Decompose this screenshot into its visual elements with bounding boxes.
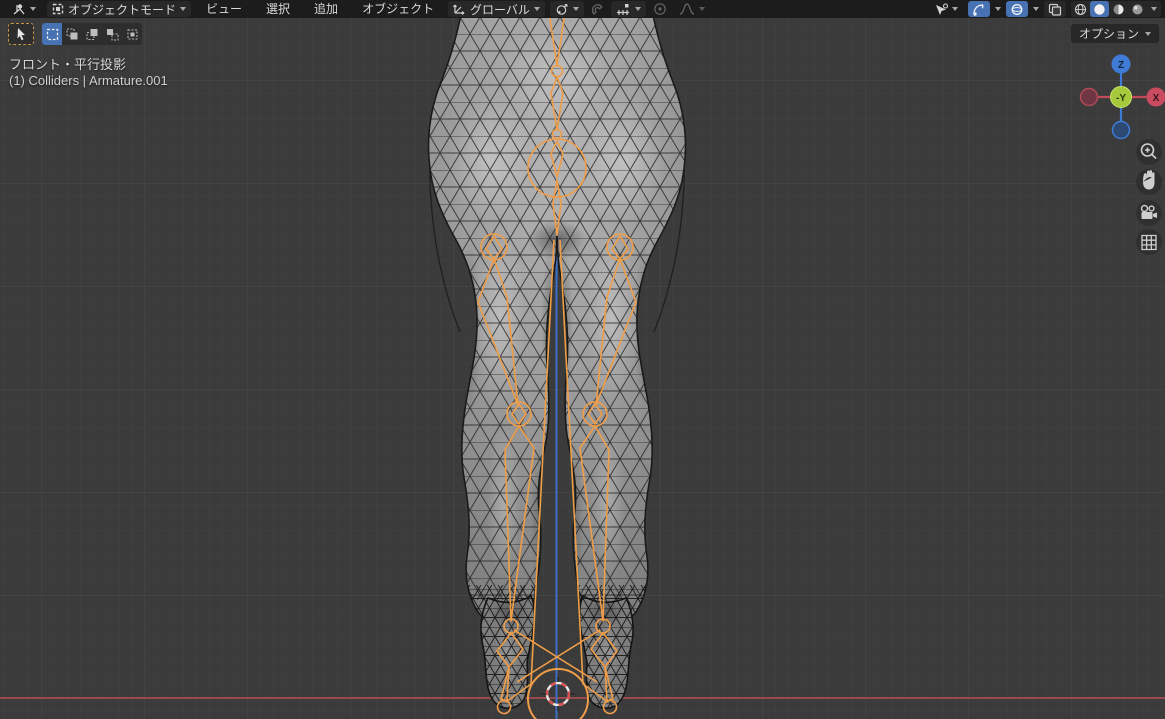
chevron-down-icon <box>180 7 186 11</box>
chevron-down-icon <box>952 7 958 11</box>
shading-material-button[interactable] <box>1109 1 1128 17</box>
wireframe-shading-icon <box>1074 3 1087 16</box>
snap-toggle-button[interactable] <box>589 1 606 17</box>
solid-shading-icon <box>1093 3 1106 16</box>
proportional-falloff-dropdown[interactable] <box>674 1 710 17</box>
gizmo-x-label: X <box>1153 93 1160 104</box>
select-mode-subtract[interactable] <box>82 23 102 45</box>
gizmo-negz-ball[interactable] <box>1113 122 1130 139</box>
navigation-gizmo[interactable]: Z X -Y <box>1075 22 1165 142</box>
menu-select[interactable]: 選択 <box>257 0 299 18</box>
shading-mode-group <box>1071 1 1161 17</box>
zoom-button[interactable] <box>1136 139 1162 165</box>
select-mode-extend[interactable] <box>62 23 82 45</box>
proportional-editing-button[interactable] <box>651 1 669 17</box>
overlays-icon <box>1010 3 1024 16</box>
shading-rendered-button[interactable] <box>1128 1 1147 17</box>
menu-add[interactable]: 追加 <box>305 0 347 18</box>
viewport-3d[interactable] <box>0 0 1165 719</box>
snap-target-dropdown[interactable] <box>611 1 646 17</box>
editor-3d-viewport-icon <box>11 3 26 16</box>
editor-type-button[interactable] <box>6 1 41 17</box>
select-mode-group <box>42 23 142 45</box>
chevron-down-icon <box>635 7 641 11</box>
active-object-overlay: (1) Colliders | Armature.001 <box>9 73 168 88</box>
chevron-down-icon <box>1151 7 1157 11</box>
material-preview-icon <box>1112 3 1125 16</box>
viewport-nav-buttons <box>1129 136 1165 266</box>
shading-solid-button[interactable] <box>1090 1 1109 17</box>
toggle-ortho-button[interactable] <box>1136 229 1162 255</box>
xray-toggle[interactable] <box>1044 1 1066 17</box>
object-mode-icon <box>52 3 64 15</box>
rendered-shading-icon <box>1131 3 1144 16</box>
camera-view-button[interactable] <box>1136 200 1162 226</box>
falloff-curve-icon <box>679 3 695 15</box>
transform-orientation-dropdown[interactable]: グローバル <box>448 1 545 17</box>
view-name-overlay: フロント・平行投影 <box>9 54 126 73</box>
menu-view[interactable]: ビュー <box>197 0 251 18</box>
active-tool-select-box[interactable] <box>8 23 34 45</box>
chevron-down-icon <box>573 7 579 11</box>
pan-button[interactable] <box>1136 169 1162 195</box>
chevron-down-icon <box>699 7 705 11</box>
show-object-types-dropdown[interactable] <box>929 1 963 17</box>
overlays-chevron-icon[interactable] <box>1033 7 1039 11</box>
visibility-pointer-icon <box>934 3 950 16</box>
magnet-icon <box>591 3 604 16</box>
tool-settings-row <box>8 23 142 45</box>
gizmo-negx-ball[interactable] <box>1081 89 1098 106</box>
proportional-circle-icon <box>653 2 667 16</box>
shading-dropdown[interactable] <box>1147 1 1161 17</box>
select-mode-new[interactable] <box>42 23 62 45</box>
pivot-point-icon <box>555 3 569 16</box>
viewport-header: オブジェクトモード ビュー 選択 追加 オブジェクト グローバル <box>0 0 1165 18</box>
blender-window: { "header": { "editor_icon": "editor-typ… <box>0 0 1165 719</box>
transform-axes-icon <box>453 3 466 15</box>
menu-object[interactable]: オブジェクト <box>353 0 443 18</box>
gizmo-z-label: Z <box>1118 60 1124 71</box>
chevron-down-icon <box>534 7 540 11</box>
gizmo-y-label: -Y <box>1116 93 1126 104</box>
shading-wireframe-button[interactable] <box>1071 1 1090 17</box>
select-mode-intersect[interactable] <box>122 23 142 45</box>
orientation-label: グローバル <box>470 1 530 18</box>
gizmos-chevron-icon[interactable] <box>995 7 1001 11</box>
select-mode-invert[interactable] <box>102 23 122 45</box>
gizmo-icon <box>972 3 986 16</box>
overlays-toggle[interactable] <box>1006 1 1028 17</box>
mode-dropdown[interactable]: オブジェクトモード <box>47 1 191 17</box>
mode-label: オブジェクトモード <box>68 1 176 18</box>
xray-icon <box>1048 3 1062 16</box>
cursor-select-icon <box>15 27 28 41</box>
chevron-down-icon <box>30 7 36 11</box>
pivot-point-dropdown[interactable] <box>550 1 584 17</box>
gizmos-toggle[interactable] <box>968 1 990 17</box>
snap-increment-icon <box>616 3 631 16</box>
